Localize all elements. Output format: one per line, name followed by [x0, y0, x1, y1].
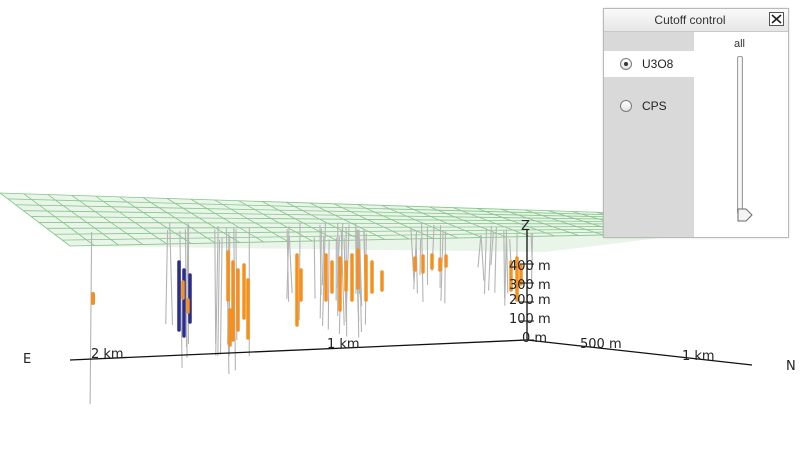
drillhole	[503, 230, 506, 299]
depth-tick-label: 200 m	[509, 293, 551, 308]
slider-label: all	[734, 38, 746, 50]
cutoff-control-panel: Cutoff control U3O8 CPS all	[603, 8, 789, 238]
radio-u3o8[interactable]	[620, 58, 632, 70]
east-tick-label: 1 km	[327, 337, 360, 352]
depth-tick-label: 100 m	[509, 312, 551, 327]
depth-tick-label: 300 m	[509, 278, 551, 293]
cutoff-slider-track[interactable]	[737, 56, 743, 214]
close-icon	[771, 14, 782, 24]
drillhole	[327, 239, 330, 330]
cutoff-slider-handle[interactable]	[737, 208, 753, 222]
panel-title: Cutoff control	[654, 13, 726, 27]
option-cps[interactable]: CPS	[604, 93, 694, 119]
option-u3o8[interactable]: U3O8	[604, 51, 694, 77]
assay-intervals	[91, 248, 523, 347]
east-tick-label: 2 km	[91, 347, 124, 362]
drillhole	[419, 238, 422, 276]
axis-label-north: N	[786, 359, 796, 374]
panel-header[interactable]: Cutoff control	[604, 9, 788, 32]
radio-cps[interactable]	[620, 100, 632, 112]
east-axis	[69, 339, 528, 361]
drillhole	[219, 237, 223, 355]
option-label: U3O8	[642, 57, 674, 71]
north-axis	[526, 339, 753, 366]
drillhole	[89, 232, 93, 405]
depth-tick-label: 0 m	[522, 331, 547, 346]
north-tick-label: 1 km	[682, 349, 715, 364]
close-button[interactable]	[769, 12, 784, 26]
variable-selector: U3O8 CPS	[604, 32, 694, 237]
north-tick-label: 500 m	[580, 337, 622, 352]
axis-label-east: E	[23, 352, 31, 367]
option-label: CPS	[642, 99, 667, 113]
depth-tick-label: 400 m	[509, 259, 551, 274]
axis-label-z: Z	[521, 219, 530, 234]
